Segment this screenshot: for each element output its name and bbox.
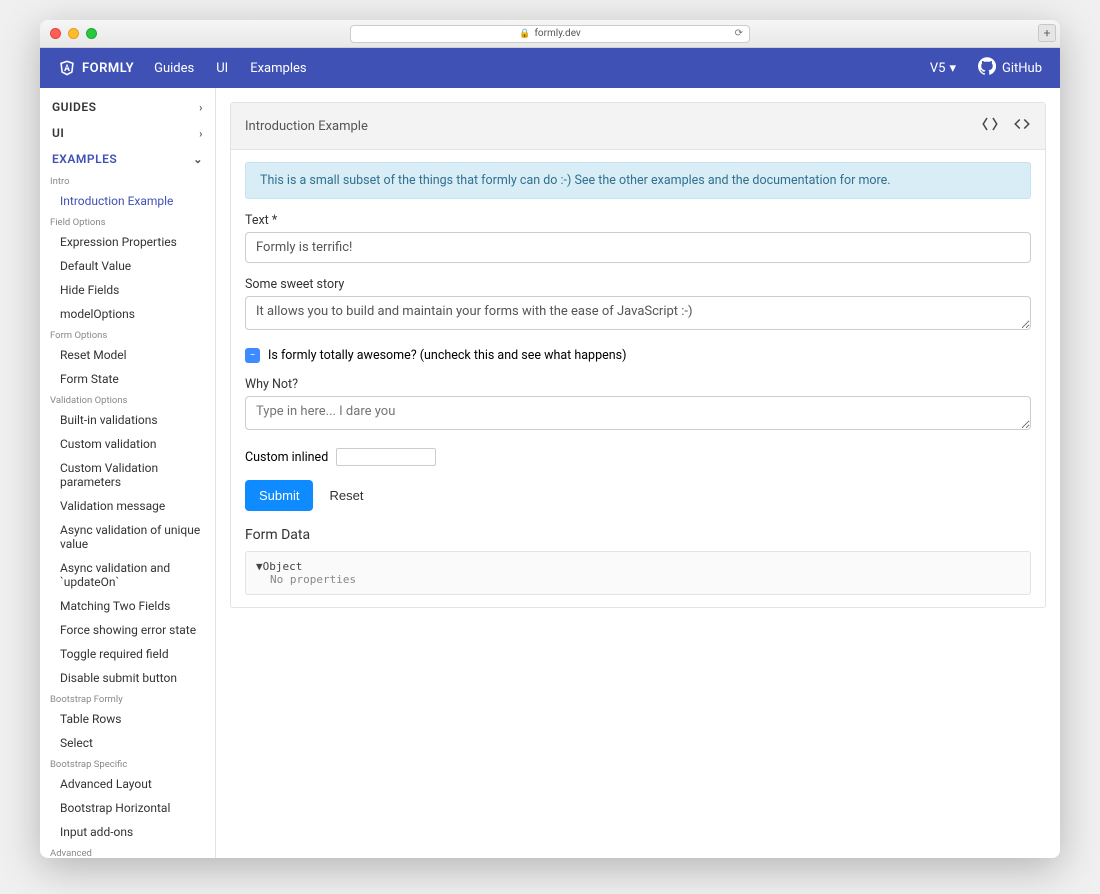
side-section-label: GUIDES: [52, 100, 96, 114]
custom-inlined-input[interactable]: [336, 448, 436, 466]
sidebar-item[interactable]: Bootstrap Horizontal: [40, 796, 215, 820]
sidebar-group-title: Validation Options: [40, 391, 215, 408]
version-select[interactable]: V5 ▾: [930, 61, 956, 76]
sidebar: GUIDES › UI › EXAMPLES ⌄ IntroIntroducti…: [40, 88, 216, 858]
browser-titlebar: 🔒 formly.dev ⟳ +: [40, 20, 1060, 48]
sidebar-item[interactable]: Table Rows: [40, 707, 215, 731]
sidebar-item[interactable]: Advanced Layout: [40, 772, 215, 796]
submit-button[interactable]: Submit: [245, 480, 313, 511]
sidebar-group-title: Intro: [40, 172, 215, 189]
nav-guides[interactable]: Guides: [154, 61, 194, 76]
top-nav: FORMLY Guides UI Examples V5 ▾ GitHub: [40, 48, 1060, 88]
story-label: Some sweet story: [245, 277, 1031, 292]
stackblitz-icon[interactable]: [981, 115, 999, 137]
chevron-right-icon: ›: [199, 127, 203, 140]
sidebar-item[interactable]: Reset Model: [40, 343, 215, 367]
github-link[interactable]: GitHub: [978, 57, 1042, 79]
sidebar-group-title: Bootstrap Formly: [40, 690, 215, 707]
custom-inlined-label: Custom inlined: [245, 450, 328, 465]
github-icon: [978, 57, 996, 79]
brand-label: FORMLY: [82, 61, 134, 76]
form-data-viewer: ▼Object No properties: [245, 551, 1031, 595]
lock-icon: 🔒: [519, 29, 530, 39]
window-close-dot[interactable]: [50, 28, 61, 39]
sidebar-item[interactable]: Built-in validations: [40, 408, 215, 432]
text-label: Text *: [245, 213, 1031, 228]
example-card: Introduction Example This is a small sub…: [230, 102, 1046, 608]
story-textarea[interactable]: [245, 296, 1031, 330]
github-label: GitHub: [1002, 61, 1042, 76]
form-data-title: Form Data: [245, 527, 1031, 543]
side-section-label: UI: [52, 126, 64, 140]
sidebar-group-title: Advanced: [40, 844, 215, 858]
side-section-label: EXAMPLES: [52, 152, 117, 166]
new-tab-button[interactable]: +: [1038, 24, 1056, 42]
sidebar-item[interactable]: Default Value: [40, 254, 215, 278]
window-zoom-dot[interactable]: [86, 28, 97, 39]
reload-icon[interactable]: ⟳: [735, 28, 743, 39]
sidebar-item[interactable]: Force showing error state: [40, 618, 215, 642]
version-label: V5: [930, 61, 946, 76]
reset-button[interactable]: Reset: [323, 480, 369, 511]
awesome-label: Is formly totally awesome? (uncheck this…: [268, 348, 626, 363]
nav-examples[interactable]: Examples: [250, 61, 306, 76]
sidebar-group-title: Form Options: [40, 326, 215, 343]
whynot-label: Why Not?: [245, 377, 1031, 392]
text-input[interactable]: [245, 232, 1031, 263]
sidebar-item[interactable]: Select: [40, 731, 215, 755]
sidebar-item[interactable]: Matching Two Fields: [40, 594, 215, 618]
sidebar-item[interactable]: Introduction Example: [40, 189, 215, 213]
sidebar-item[interactable]: Form State: [40, 367, 215, 391]
sidebar-item[interactable]: Hide Fields: [40, 278, 215, 302]
chevron-down-icon: ⌄: [193, 153, 203, 166]
side-section-examples[interactable]: EXAMPLES ⌄: [40, 146, 215, 172]
address-url: formly.dev: [534, 28, 580, 39]
side-section-ui[interactable]: UI ›: [40, 120, 215, 146]
object-properties: No properties: [256, 573, 1020, 586]
page-title: Introduction Example: [245, 119, 368, 134]
sidebar-item[interactable]: modelOptions: [40, 302, 215, 326]
address-bar[interactable]: 🔒 formly.dev ⟳: [350, 25, 750, 43]
main-content: Introduction Example This is a small sub…: [216, 88, 1060, 858]
awesome-checkbox[interactable]: −: [245, 348, 260, 363]
brand[interactable]: FORMLY: [58, 59, 134, 77]
card-header: Introduction Example: [231, 103, 1045, 150]
info-alert: This is a small subset of the things tha…: [245, 162, 1031, 199]
sidebar-group-title: Field Options: [40, 213, 215, 230]
sidebar-item[interactable]: Custom validation: [40, 432, 215, 456]
sidebar-item[interactable]: Async validation and `updateOn`: [40, 556, 215, 594]
sidebar-group-title: Bootstrap Specific: [40, 755, 215, 772]
angular-shield-icon: [58, 59, 76, 77]
sidebar-item[interactable]: Toggle required field: [40, 642, 215, 666]
nav-ui[interactable]: UI: [216, 61, 228, 76]
sidebar-item[interactable]: Validation message: [40, 494, 215, 518]
chevron-down-icon: ▾: [949, 61, 956, 76]
window-minimize-dot[interactable]: [68, 28, 79, 39]
side-section-guides[interactable]: GUIDES ›: [40, 94, 215, 120]
whynot-textarea[interactable]: [245, 396, 1031, 430]
toggle-tree-icon[interactable]: ▼: [256, 560, 263, 573]
view-source-icon[interactable]: [1013, 115, 1031, 137]
chevron-right-icon: ›: [199, 101, 203, 114]
object-label: Object: [263, 560, 303, 573]
sidebar-item[interactable]: Custom Validation parameters: [40, 456, 215, 494]
sidebar-item[interactable]: Disable submit button: [40, 666, 215, 690]
sidebar-item[interactable]: Input add-ons: [40, 820, 215, 844]
sidebar-item[interactable]: Async validation of unique value: [40, 518, 215, 556]
sidebar-item[interactable]: Expression Properties: [40, 230, 215, 254]
